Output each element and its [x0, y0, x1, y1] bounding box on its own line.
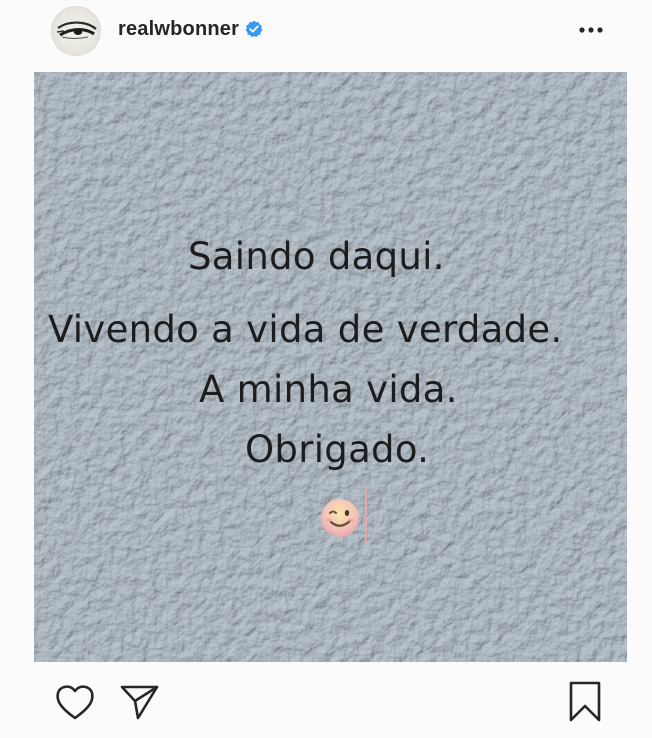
- text-line-1: Saindo daqui.: [188, 235, 445, 278]
- post-image[interactable]: Saindo daqui. Vivendo a vida de verdade.…: [34, 72, 627, 662]
- save-button[interactable]: [565, 678, 605, 726]
- text-line-4: Obrigado.: [245, 428, 430, 471]
- text-line-3: A minha vida.: [199, 368, 458, 411]
- eye-icon: [56, 21, 97, 39]
- instagram-post: realwbonner Saindo daqui. Vivendo a vida…: [0, 0, 652, 738]
- post-text: Saindo daqui. Vivendo a vida de verdade.…: [34, 72, 627, 662]
- heart-icon: [56, 685, 94, 720]
- more-options-button[interactable]: [576, 18, 606, 42]
- verified-badge-icon: [245, 20, 263, 38]
- username[interactable]: realwbonner: [118, 18, 239, 41]
- text-cursor: [365, 487, 367, 543]
- like-button[interactable]: [52, 680, 98, 724]
- text-line-2: Vivendo a vida de verdade.: [48, 308, 563, 351]
- bookmark-icon: [569, 681, 601, 722]
- action-bar: [0, 670, 652, 738]
- post-header: realwbonner: [0, 0, 652, 70]
- more-horizontal-icon: [579, 27, 603, 33]
- share-button[interactable]: [117, 680, 161, 724]
- paper-plane-icon: [120, 685, 159, 720]
- username-row: realwbonner: [118, 16, 263, 42]
- avatar[interactable]: [51, 6, 101, 56]
- winking-face-emoji: [310, 486, 370, 546]
